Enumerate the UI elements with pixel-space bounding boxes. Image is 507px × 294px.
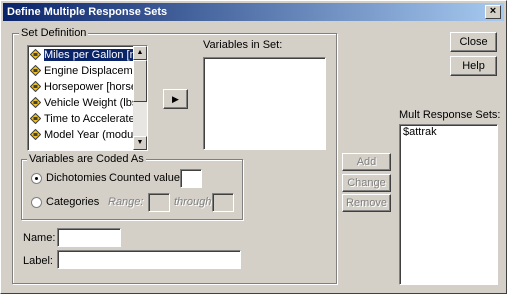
mult-response-sets-label: Mult Response Sets: [399, 109, 501, 121]
counted-value-input[interactable] [180, 169, 202, 188]
right-arrow-icon: ▶ [172, 94, 179, 104]
variables-in-set-label: Variables in Set: [203, 39, 283, 51]
list-scrollbar[interactable]: ▲ ▼ [133, 46, 147, 150]
range-from-input[interactable] [148, 193, 170, 212]
label-input[interactable] [57, 250, 241, 269]
range-to-input[interactable] [212, 193, 234, 212]
mult-response-sets-items: $attrak [400, 125, 497, 139]
scale-variable-icon [30, 64, 42, 77]
counted-value-label: Counted value: [109, 172, 183, 184]
remove-button[interactable]: Remove [342, 194, 391, 212]
scale-variable-icon [30, 80, 42, 93]
scale-variable-icon [30, 112, 42, 125]
title-bar[interactable]: Define Multiple Response Sets × [3, 3, 504, 21]
variable-label: Engine Displaceme [44, 65, 139, 77]
variable-label: Miles per Gallon [m [44, 49, 139, 61]
label-label: Label: [23, 255, 53, 267]
categories-radio[interactable] [31, 197, 42, 208]
scale-variable-icon [30, 128, 42, 141]
help-button[interactable]: Help [450, 56, 497, 76]
mult-response-set-item[interactable]: $attrak [400, 125, 497, 139]
variable-list-item[interactable]: Engine Displaceme [30, 64, 143, 79]
add-button[interactable]: Add [342, 153, 391, 171]
range-label: Range: [108, 196, 144, 208]
set-definition-label: Set Definition [19, 27, 89, 39]
mult-response-sets-list[interactable]: $attrak [399, 124, 498, 285]
dichotomies-label[interactable]: Dichotomies [46, 172, 107, 184]
close-window-button[interactable]: × [485, 5, 501, 19]
variable-list-item[interactable]: Miles per Gallon [m [30, 48, 143, 63]
name-label: Name: [23, 232, 56, 244]
coded-as-group [21, 159, 243, 220]
scroll-down-arrow-icon[interactable]: ▼ [133, 136, 147, 150]
dialog-window: Define Multiple Response Sets × Set Defi… [0, 0, 507, 294]
move-to-set-button[interactable]: ▶ [163, 89, 188, 109]
coded-as-label: Variables are Coded As [27, 153, 146, 165]
variable-label: Horsepower [horse] [44, 81, 140, 93]
variable-label: Time to Accelerate [44, 113, 135, 125]
variable-label: Model Year (modulo [44, 129, 142, 141]
variable-list-item[interactable]: Time to Accelerate [30, 112, 143, 127]
variable-list-item[interactable]: Model Year (modulo [30, 128, 143, 143]
scroll-up-arrow-icon[interactable]: ▲ [133, 46, 147, 60]
variable-list-item[interactable]: Horsepower [horse] [30, 80, 143, 95]
source-variable-list[interactable]: Miles per Gallon [m Engine Displaceme Hors… [27, 45, 148, 151]
name-input[interactable] [57, 228, 121, 247]
window-title: Define Multiple Response Sets [7, 6, 168, 18]
variables-in-set-list[interactable] [203, 57, 326, 150]
scale-variable-icon [30, 96, 42, 109]
dichotomies-radio[interactable] [31, 173, 42, 184]
change-button[interactable]: Change [342, 174, 391, 192]
scale-variable-icon [30, 48, 42, 61]
variable-label: Vehicle Weight (lbs [44, 97, 138, 109]
variable-list-item[interactable]: Vehicle Weight (lbs [30, 96, 143, 111]
close-button[interactable]: Close [450, 32, 497, 52]
scroll-thumb[interactable] [133, 60, 147, 102]
through-label: through [174, 196, 212, 208]
categories-label[interactable]: Categories [46, 196, 99, 208]
